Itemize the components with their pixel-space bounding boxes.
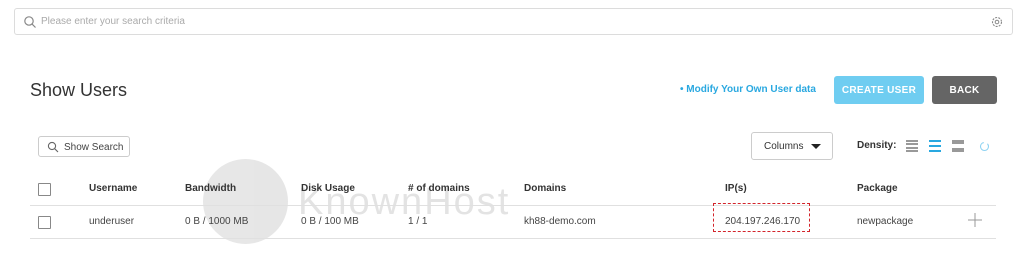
cell-ip: 204.197.246.170 [725, 216, 801, 227]
density-compact-icon[interactable] [906, 140, 918, 152]
columns-dropdown[interactable]: Columns [751, 132, 833, 160]
column-header-disk-usage[interactable]: Disk Usage [301, 183, 355, 194]
column-header-ips[interactable]: IP(s) [725, 183, 747, 194]
density-comfortable-icon[interactable] [952, 140, 964, 152]
cell-domain-count: 1 / 1 [408, 216, 428, 227]
show-search-button[interactable]: Show Search [38, 136, 130, 157]
density-standard-icon[interactable] [929, 140, 941, 152]
cell-domains[interactable]: kh88-demo.com [524, 216, 596, 227]
column-header-username[interactable]: Username [89, 183, 137, 194]
table-header: Username Bandwidth Disk Usage # of domai… [30, 176, 996, 206]
cell-package: newpackage [857, 216, 914, 227]
modify-own-user-data-link[interactable]: • Modify Your Own User data [680, 84, 816, 95]
select-all-checkbox[interactable] [38, 183, 51, 196]
gear-icon[interactable] [990, 15, 1004, 29]
search-input[interactable]: Please enter your search criteria [41, 16, 185, 27]
cell-bandwidth: 0 B / 1000 MB [185, 216, 249, 227]
row-checkbox[interactable] [38, 216, 51, 229]
column-header-package[interactable]: Package [857, 183, 898, 194]
plus-icon[interactable] [968, 213, 982, 227]
column-header-domain-count[interactable]: # of domains [408, 183, 470, 194]
search-icon [47, 141, 59, 153]
density-label: Density: [857, 140, 897, 151]
back-button[interactable]: BACK [932, 76, 997, 104]
column-header-bandwidth[interactable]: Bandwidth [185, 183, 236, 194]
cell-username[interactable]: underuser [89, 216, 134, 227]
show-search-label: Show Search [64, 142, 124, 153]
columns-label: Columns [764, 141, 804, 152]
chevron-down-icon [811, 144, 821, 149]
cell-disk-usage: 0 B / 100 MB [301, 216, 359, 227]
global-search-bar[interactable]: Please enter your search criteria [14, 8, 1013, 35]
search-icon [24, 16, 36, 28]
table-row[interactable]: underuser 0 B / 1000 MB 0 B / 100 MB 1 /… [30, 203, 996, 239]
column-header-domains[interactable]: Domains [524, 183, 566, 194]
page-title: Show Users [30, 80, 128, 100]
create-user-button[interactable]: CREATE USER [834, 76, 924, 104]
refresh-icon[interactable] [979, 141, 990, 152]
